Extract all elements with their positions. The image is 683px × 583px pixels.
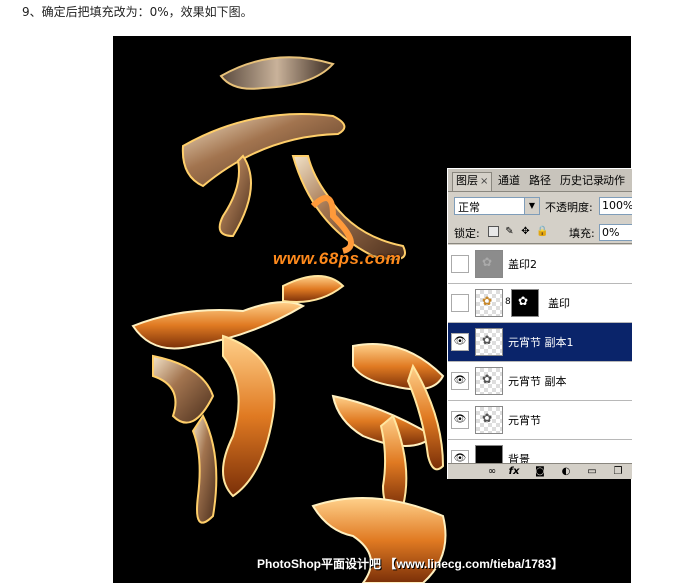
lock-label: 锁定: [454, 227, 480, 240]
lock-all-icon[interactable]: 🔒 [536, 226, 548, 237]
adjustment-icon[interactable]: ◐ [560, 466, 572, 478]
visibility-toggle[interactable] [451, 255, 469, 273]
layer-name: 元宵节 副本 [508, 375, 567, 388]
panel-footer: ∞ fx ◙ ◐ ▭ ❐ [448, 463, 632, 479]
fx-icon[interactable]: fx [508, 466, 520, 478]
tab-channels[interactable]: 通道 [498, 173, 520, 189]
layer-mask-thumbnail: ✿ [511, 289, 539, 317]
footer-watermark: PhotoShop平面设计吧 【www.linecg.com/tieba/178… [257, 557, 564, 571]
tab-actions[interactable]: 动作 [603, 173, 625, 189]
visibility-toggle[interactable] [451, 294, 469, 312]
tab-history[interactable]: 历史记录 [560, 173, 604, 189]
layer-thumbnail: ✿ [475, 328, 503, 356]
layer-thumbnail: ✿ [475, 406, 503, 434]
layer-row-selected[interactable]: 👁 ✿ 元宵节 副本1 [448, 323, 632, 362]
fill-label: 填充: [569, 227, 595, 240]
tab-layers[interactable]: 图层 × [452, 172, 493, 191]
folder-icon[interactable]: ▭ [586, 466, 598, 478]
layer-name: 元宵节 副本1 [508, 336, 574, 349]
caption-text: 9、确定后把填充改为：0%，效果如下图。 [22, 5, 253, 19]
layer-thumbnail: ✿ [475, 367, 503, 395]
lock-transparency-icon[interactable] [488, 226, 499, 237]
blend-mode-value: 正常 [458, 201, 480, 214]
fill-value: 0% [602, 226, 620, 239]
blend-mode-select[interactable]: 正常 ▼ [454, 197, 540, 215]
close-icon[interactable]: × [480, 176, 488, 187]
chain-link-icon[interactable]: 8 [505, 297, 511, 307]
tab-layers-label: 图层 [456, 174, 478, 187]
new-layer-icon[interactable]: ❐ [612, 466, 624, 478]
opacity-field[interactable]: 100% [599, 197, 632, 215]
layers-panel: 图层 × 通道 路径 历史记录 动作 正常 ▼ 不透明度: 100% 锁定: ✎ … [447, 168, 632, 479]
opacity-value: 100% [602, 199, 632, 212]
layers-list: ✿ 盖印2 ✿ 8 ✿ 盖印 👁 ✿ 元宵节 副本1 👁 ✿ 元宵节 副本 👁 … [448, 245, 632, 479]
link-icon[interactable]: ∞ [486, 466, 498, 478]
lock-paint-icon[interactable]: ✎ [504, 226, 515, 237]
layer-row[interactable]: 👁 ✿ 元宵节 副本 [448, 362, 632, 401]
layer-thumbnail: ✿ [475, 289, 503, 317]
site-watermark: www.68ps.com [273, 249, 402, 268]
fill-field[interactable]: 0% [599, 224, 632, 241]
layer-row[interactable]: ✿ 盖印2 [448, 245, 632, 284]
lock-move-icon[interactable]: ✥ [520, 226, 531, 237]
layer-name: 元宵节 [508, 414, 541, 427]
blend-opacity-row: 正常 ▼ 不透明度: 100% [448, 193, 632, 217]
lock-fill-row: 锁定: ✎ ✥ 🔒 填充: 0% [448, 221, 632, 244]
layer-row[interactable]: 👁 ✿ 元宵节 [448, 401, 632, 440]
eye-icon[interactable]: 👁 [451, 411, 469, 429]
eye-icon[interactable]: 👁 [451, 372, 469, 390]
layer-thumbnail: ✿ [475, 250, 503, 278]
layer-name: 盖印2 [508, 258, 537, 271]
opacity-label: 不透明度: [545, 201, 593, 214]
panel-tabs: 图层 × 通道 路径 历史记录 动作 [448, 169, 632, 192]
layer-name: 盖印 [548, 297, 570, 310]
eye-icon[interactable]: 👁 [451, 333, 469, 351]
mask-icon[interactable]: ◙ [534, 466, 546, 478]
layer-row[interactable]: ✿ 8 ✿ 盖印 [448, 284, 632, 323]
tab-paths[interactable]: 路径 [529, 173, 551, 189]
chevron-down-icon[interactable]: ▼ [524, 198, 539, 214]
